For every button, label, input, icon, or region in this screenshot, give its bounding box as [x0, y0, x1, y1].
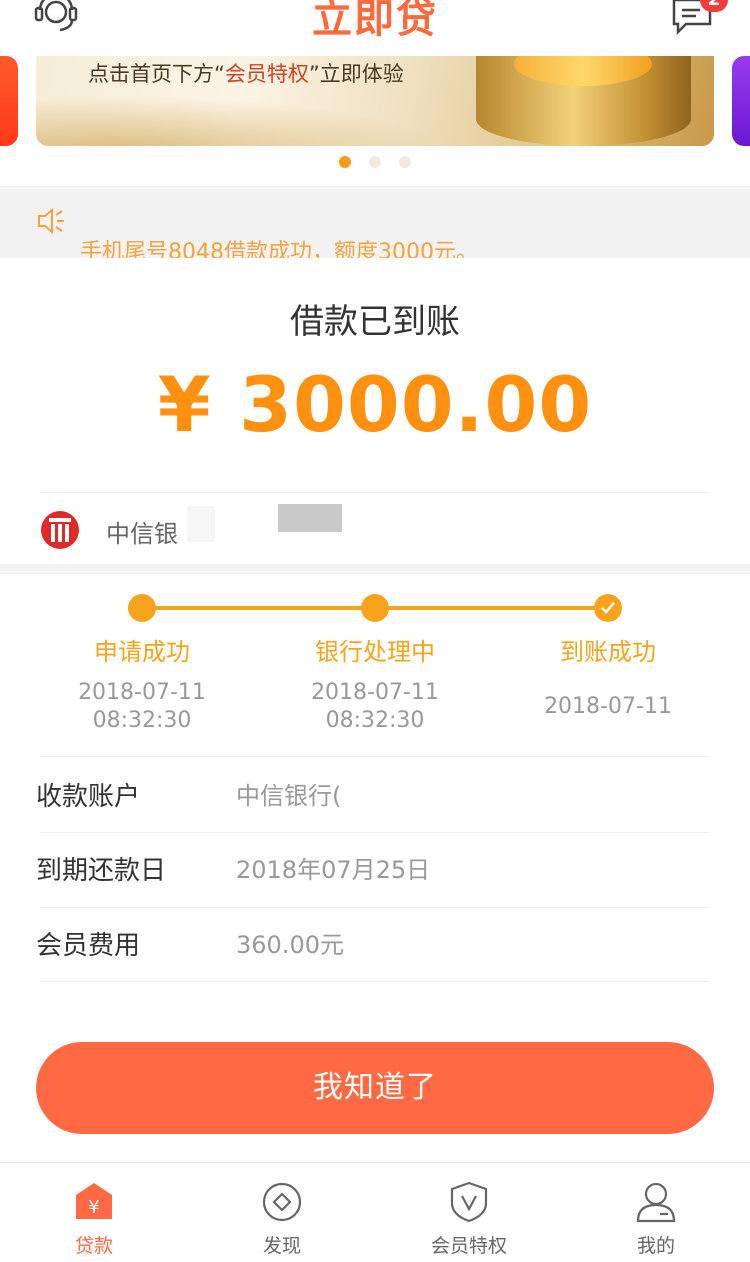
progress-card: 申请成功 2018-07-11 08:32:30 银行处理中 2018-07-1… — [0, 574, 750, 1162]
divider — [40, 981, 710, 982]
banner-highlight: 会员特权 — [224, 62, 309, 86]
detail-row-due-date: 到期还款日 2018年07月25日 — [36, 832, 710, 906]
speaker-icon — [38, 207, 64, 235]
redaction-mask — [278, 504, 342, 532]
citic-bank-logo — [41, 511, 79, 549]
banner-text: 点击首页下方“会员特权”立即体验 — [88, 62, 404, 86]
step-label: 申请成功 — [94, 638, 190, 666]
step-time: 2018-07-11 08:32:30 — [311, 680, 439, 733]
tab-label: 会员特权 — [430, 1235, 507, 1257]
detail-key: 收款账户 — [36, 782, 141, 812]
step-processing: 银行处理中 2018-07-11 08:32:30 — [265, 632, 485, 735]
loan-result-card: 借款已到账 ¥ 3000.00 中信银 — [0, 258, 750, 564]
app-header: 立即贷 2 — [0, 0, 750, 56]
bank-name: 中信银 — [106, 520, 178, 548]
carousel-dot[interactable] — [369, 156, 381, 168]
banner-decoration — [36, 96, 456, 146]
bottom-tab-bar: ¥ 贷款 发现 会员特权 我的 — [0, 1162, 750, 1262]
carousel-dot-active[interactable] — [339, 156, 351, 168]
step-time: 2018-07-11 — [544, 694, 672, 719]
app-title: 立即贷 — [312, 0, 438, 42]
carousel-dot[interactable] — [399, 156, 411, 168]
banner-carousel[interactable]: 点击首页下方“会员特权”立即体验 — [0, 56, 750, 186]
step-node — [128, 594, 156, 622]
tab-label: 我的 — [636, 1235, 675, 1257]
redaction-mask — [187, 506, 215, 542]
tab-vip[interactable]: 会员特权 — [375, 1163, 563, 1262]
detail-key: 到期还款日 — [36, 856, 167, 886]
check-icon — [594, 594, 622, 622]
result-heading: 借款已到账 — [290, 302, 460, 342]
tab-loan[interactable]: ¥ 贷款 — [0, 1163, 188, 1262]
divider — [40, 756, 710, 757]
detail-row-account: 收款账户 中信银行( — [36, 758, 710, 832]
step-label: 银行处理中 — [315, 638, 435, 666]
detail-value: 2018年07月25日 — [236, 856, 431, 884]
loan-amount: ¥ 3000.00 — [157, 360, 593, 449]
step-label: 到账成功 — [560, 638, 656, 666]
step-apply: 申请成功 2018-07-11 08:32:30 — [32, 632, 252, 735]
tab-label: 贷款 — [74, 1235, 113, 1257]
banner-slide[interactable]: 点击首页下方“会员特权”立即体验 — [36, 56, 714, 146]
detail-value: 360.00元 — [236, 931, 344, 959]
step-time: 2018-07-11 08:32:30 — [78, 680, 206, 733]
discover-icon — [262, 1182, 302, 1222]
prev-banner-slide[interactable] — [0, 56, 18, 146]
bank-account-row: 中信银 — [40, 504, 710, 550]
next-banner-slide[interactable] — [732, 56, 750, 146]
svg-text:¥: ¥ — [88, 1197, 99, 1218]
confirm-button[interactable]: 我知道了 — [36, 1042, 714, 1134]
tab-profile[interactable]: 我的 — [562, 1163, 750, 1262]
detail-key: 会员费用 — [36, 931, 141, 961]
tab-discover[interactable]: 发现 — [188, 1163, 376, 1262]
step-arrived: 到账成功 2018-07-11 — [498, 632, 718, 721]
loan-icon: ¥ — [76, 1183, 112, 1219]
vip-shield-icon — [450, 1181, 488, 1223]
notice-bar: 手机尾号8048借款成功，额度3000元。 — [0, 186, 750, 265]
step-node — [361, 594, 389, 622]
divider — [40, 492, 710, 493]
detail-row-member-fee: 会员费用 360.00元 — [36, 907, 710, 981]
profile-icon — [636, 1182, 676, 1223]
detail-value: 中信银行( — [236, 782, 342, 810]
carousel-indicator — [0, 156, 750, 168]
tab-label: 发现 — [262, 1235, 301, 1257]
